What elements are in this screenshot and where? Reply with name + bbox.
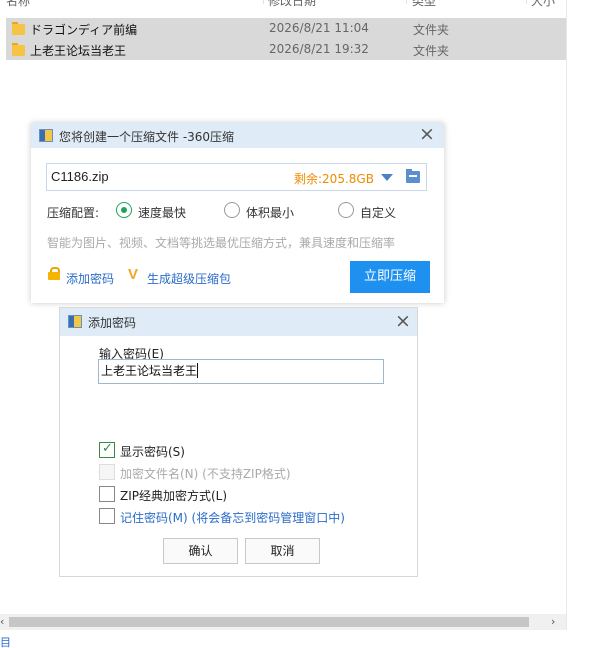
close-icon[interactable]: × <box>395 312 411 331</box>
zip-classic-encryption-label[interactable]: ZIP经典加密方式(L) <box>120 487 227 504</box>
scroll-left-icon[interactable]: ‹ <box>0 615 4 628</box>
dialog-titlebar[interactable]: 您将创建一个压缩文件 -360压缩 × <box>31 123 444 148</box>
super-compress-icon[interactable]: V <box>128 266 138 283</box>
column-separator[interactable] <box>406 0 407 4</box>
folder-browse-icon[interactable] <box>406 169 420 183</box>
remember-password-label[interactable]: 记住密码(M) (将会备忘到密码管理窗口中) <box>120 509 345 526</box>
file-row[interactable]: 上老王论坛当老王 2026/8/21 19:32 文件夹 <box>6 39 566 60</box>
password-input[interactable]: 上老王论坛当老王 <box>98 359 384 384</box>
column-name[interactable]: 名称 <box>6 0 30 9</box>
add-password-link[interactable]: 添加密码 <box>66 270 114 287</box>
column-size[interactable]: 大小 <box>531 0 555 9</box>
archive-app-icon <box>68 315 82 328</box>
scroll-thumb[interactable] <box>9 617 529 627</box>
folder-icon <box>12 43 25 57</box>
dialog-title: 您将创建一个压缩文件 -360压缩 <box>59 130 235 144</box>
check-icon: ✓ <box>102 441 113 456</box>
radio-custom[interactable] <box>338 202 354 218</box>
file-type: 文件夹 <box>413 44 450 58</box>
super-compress-link[interactable]: 生成超级压缩包 <box>147 270 231 287</box>
horizontal-scrollbar[interactable]: ‹ › <box>0 614 566 630</box>
free-space-label: 剩余:205.8GB <box>294 172 374 186</box>
scroll-right-icon[interactable]: › <box>551 615 555 628</box>
archive-name-input[interactable] <box>51 169 291 184</box>
dialog-titlebar[interactable]: 添加密码 × <box>60 308 417 336</box>
output-path-field[interactable]: 剩余:205.8GB <box>46 163 427 191</box>
file-name: 上老王论坛当老王 <box>30 44 127 58</box>
radio-custom-label[interactable]: 自定义 <box>360 204 396 221</box>
radio-fastest[interactable] <box>116 202 132 218</box>
file-date: 2026/8/21 11:04 <box>269 21 369 35</box>
radio-fastest-label[interactable]: 速度最快 <box>138 204 186 221</box>
column-header: 名称 修改日期 类型 大小 <box>0 0 566 8</box>
file-date: 2026/8/21 19:32 <box>269 42 369 56</box>
folder-icon <box>12 22 25 36</box>
radio-smallest-label[interactable]: 体积最小 <box>246 204 294 221</box>
status-bar-text: 目 <box>0 636 11 648</box>
confirm-button[interactable]: 确认 <box>163 538 238 564</box>
compress-config-label: 压缩配置: <box>47 206 100 220</box>
column-type[interactable]: 类型 <box>412 0 436 9</box>
compress-dialog: 您将创建一个压缩文件 -360压缩 × 剩余:205.8GB 压缩配置: 速度最… <box>31 123 444 303</box>
radio-smallest[interactable] <box>224 202 240 218</box>
text-caret <box>197 363 198 378</box>
column-separator[interactable] <box>526 0 527 4</box>
chevron-down-icon[interactable] <box>381 174 393 181</box>
file-row[interactable]: ドラゴンディア前编 2026/8/21 11:04 文件夹 <box>6 18 566 39</box>
archive-app-icon <box>39 129 53 142</box>
close-icon[interactable]: × <box>419 125 435 144</box>
zip-classic-encryption-checkbox[interactable] <box>99 486 115 502</box>
show-password-label[interactable]: 显示密码(S) <box>120 443 185 460</box>
password-dialog: 添加密码 × 输入密码(E) 上老王论坛当老王 ✓ 显示密码(S) 加密文件名(… <box>59 307 418 577</box>
encrypt-filenames-checkbox <box>99 464 115 480</box>
file-name: ドラゴンディア前编 <box>30 23 138 37</box>
remember-password-checkbox[interactable] <box>99 508 115 524</box>
dialog-title: 添加密码 <box>88 316 137 330</box>
show-password-checkbox[interactable]: ✓ <box>99 441 115 458</box>
column-separator[interactable] <box>263 0 264 4</box>
encrypt-filenames-label: 加密文件名(N) (不支持ZIP格式) <box>120 467 291 481</box>
column-modified[interactable]: 修改日期 <box>268 0 316 9</box>
compress-now-button[interactable]: 立即压缩 <box>350 261 430 293</box>
pane-divider <box>566 0 567 630</box>
lock-icon[interactable] <box>48 267 60 280</box>
cancel-button[interactable]: 取消 <box>245 538 320 564</box>
compress-hint: 智能为图片、视频、文档等挑选最优压缩方式，兼具速度和压缩率 <box>47 236 396 250</box>
file-type: 文件夹 <box>413 23 450 37</box>
